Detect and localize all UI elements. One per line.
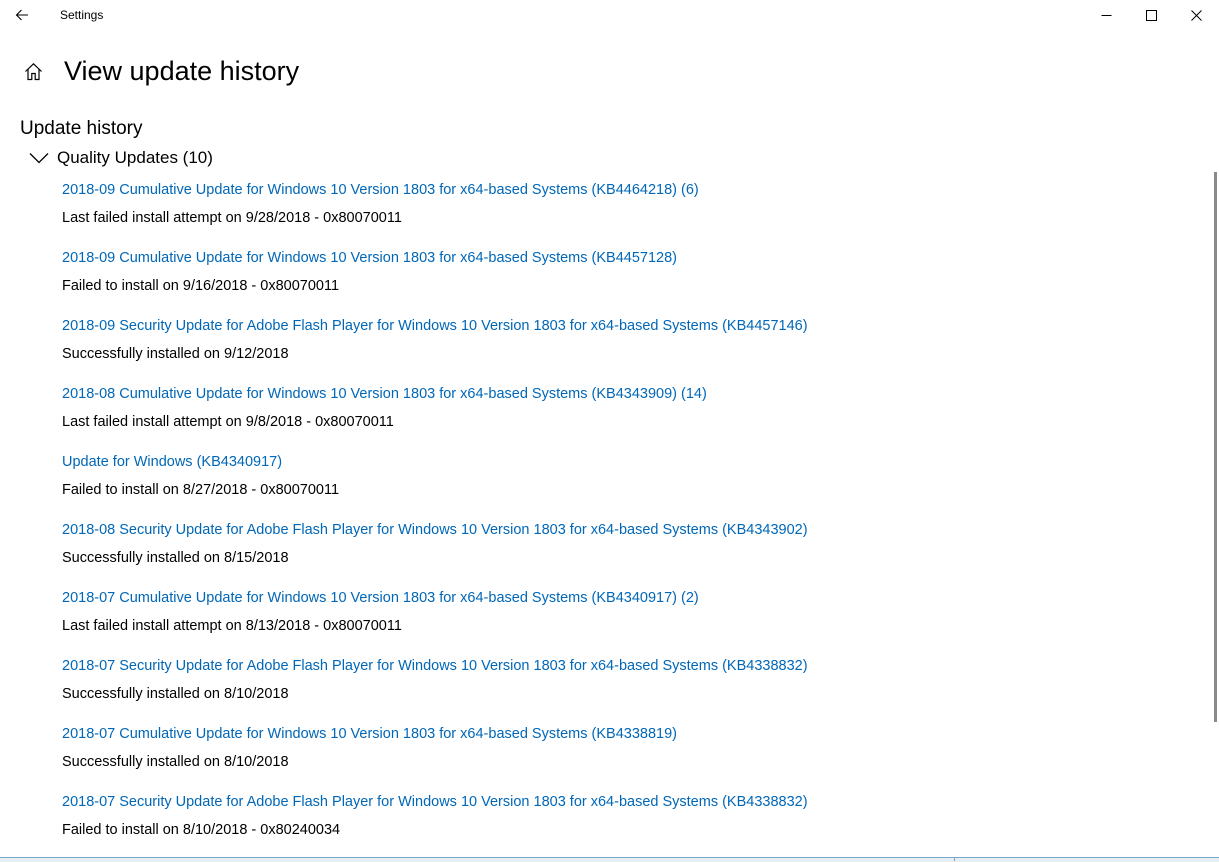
update-link[interactable]: 2018-09 Security Update for Adobe Flash … — [62, 315, 808, 337]
update-status: Successfully installed on 8/10/2018 — [62, 754, 289, 770]
back-button[interactable] — [4, 0, 40, 30]
update-status: Last failed install attempt on 9/8/2018 … — [62, 414, 394, 430]
scrollbar[interactable] — [1214, 172, 1217, 722]
update-link[interactable]: 2018-09 Cumulative Update for Windows 10… — [62, 179, 699, 201]
section-title: Update history — [20, 118, 143, 139]
update-link[interactable]: 2018-08 Cumulative Update for Windows 10… — [62, 383, 707, 405]
update-item: 2018-07 Security Update for Adobe Flash … — [62, 655, 1202, 723]
close-icon — [1190, 9, 1202, 21]
home-icon — [24, 62, 42, 80]
update-status: Successfully installed on 8/10/2018 — [62, 686, 289, 702]
window-bottom-border-divider — [954, 857, 955, 861]
update-status: Last failed install attempt on 8/13/2018… — [62, 618, 402, 634]
quality-updates-group-toggle[interactable]: Quality Updates (10) — [28, 145, 213, 171]
update-item: 2018-07 Cumulative Update for Windows 10… — [62, 723, 1202, 791]
close-button[interactable] — [1173, 0, 1219, 30]
window-bottom-border — [0, 857, 1219, 862]
chevron-down-icon — [28, 147, 50, 169]
update-status: Successfully installed on 8/15/2018 — [62, 550, 289, 566]
update-link[interactable]: Update for Windows (KB4340917) — [62, 451, 282, 473]
update-status: Successfully installed on 9/12/2018 — [62, 346, 289, 362]
page-title: View update history — [64, 56, 300, 86]
update-item: 2018-08 Cumulative Update for Windows 10… — [62, 383, 1202, 451]
maximize-button[interactable] — [1128, 0, 1174, 30]
update-link[interactable]: 2018-07 Cumulative Update for Windows 10… — [62, 723, 677, 745]
update-item: 2018-09 Cumulative Update for Windows 10… — [62, 247, 1202, 315]
update-item: 2018-09 Security Update for Adobe Flash … — [62, 315, 1202, 383]
maximize-icon — [1145, 9, 1157, 21]
update-item: 2018-07 Security Update for Adobe Flash … — [62, 791, 1202, 859]
back-arrow-icon — [15, 9, 28, 21]
title-bar: Settings — [0, 0, 1219, 30]
update-item: Update for Windows (KB4340917) Failed to… — [62, 451, 1202, 519]
update-status: Failed to install on 8/10/2018 - 0x80240… — [62, 822, 341, 838]
update-status: Last failed install attempt on 9/28/2018… — [62, 210, 402, 226]
group-label: Quality Updates (10) — [57, 148, 213, 167]
update-item: 2018-08 Security Update for Adobe Flash … — [62, 519, 1202, 587]
app-title: Settings — [60, 8, 104, 22]
update-list: 2018-09 Cumulative Update for Windows 10… — [62, 179, 1202, 859]
minimize-icon — [1101, 14, 1111, 16]
update-item: 2018-07 Cumulative Update for Windows 10… — [62, 587, 1202, 655]
update-link[interactable]: 2018-07 Cumulative Update for Windows 10… — [62, 587, 699, 609]
update-item: 2018-09 Cumulative Update for Windows 10… — [62, 179, 1202, 247]
update-status: Failed to install on 9/16/2018 - 0x80070… — [62, 278, 340, 294]
update-link[interactable]: 2018-07 Security Update for Adobe Flash … — [62, 791, 808, 813]
home-button[interactable] — [18, 56, 48, 86]
update-link[interactable]: 2018-08 Security Update for Adobe Flash … — [62, 519, 808, 541]
minimize-button[interactable] — [1083, 0, 1129, 30]
update-link[interactable]: 2018-09 Cumulative Update for Windows 10… — [62, 247, 677, 269]
update-status: Failed to install on 8/27/2018 - 0x80070… — [62, 482, 340, 498]
update-link[interactable]: 2018-07 Security Update for Adobe Flash … — [62, 655, 808, 677]
